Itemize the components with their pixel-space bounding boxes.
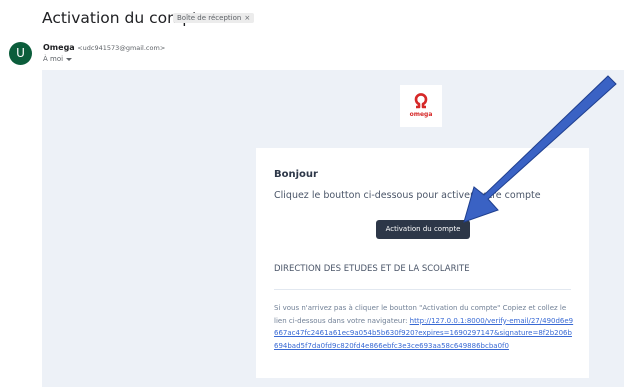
sender-email: <udc941573@gmail.com>: [77, 44, 166, 52]
recipient-dropdown[interactable]: À moi: [43, 55, 73, 63]
inbox-label-text: Boîte de réception: [177, 14, 242, 22]
recipient-label: À moi: [43, 55, 64, 63]
logo-text: omega: [409, 111, 433, 118]
chevron-down-icon: [66, 57, 73, 61]
sender-name[interactable]: Omega: [43, 43, 75, 52]
department-name: DIRECTION DES ETUDES ET DE LA SCOLARITE: [274, 264, 470, 274]
greeting: Bonjour: [274, 169, 318, 180]
footer-text: Si vous n'arrivez pas à cliquer le boutt…: [274, 302, 574, 352]
divider: [274, 289, 571, 290]
sender-line: Omega <udc941573@gmail.com>: [43, 43, 165, 52]
activation-button[interactable]: Activation du compte: [376, 220, 470, 239]
remove-label-icon[interactable]: ×: [244, 14, 250, 22]
omega-logo-icon: [414, 93, 428, 109]
inbox-label-badge[interactable]: Boîte de réception ×: [173, 13, 255, 23]
logo-container: omega: [400, 85, 442, 127]
sender-avatar[interactable]: U: [9, 42, 32, 65]
instruction-text: Cliquez le boutton ci-dessous pour activ…: [274, 190, 541, 201]
